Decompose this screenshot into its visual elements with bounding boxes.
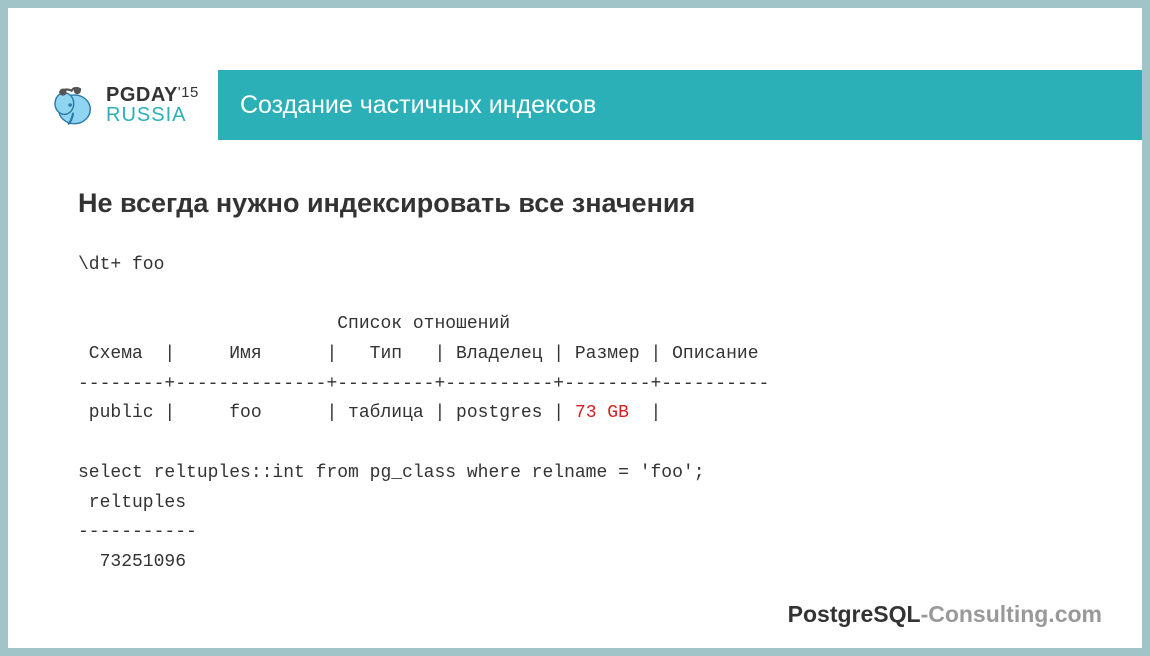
logo-year: '15 [178,84,199,101]
footer: PostgreSQL-Consulting.com [788,601,1102,628]
header-row: PGDAY'15 RUSSIA Создание частичных индек… [8,70,1142,140]
code-line: Схема | Имя | Тип | Владелец | Размер | … [78,344,759,364]
code-line: select reltuples::int from pg_class wher… [78,463,705,483]
code-highlight: 73 GB [575,403,629,423]
content: Не всегда нужно индексировать все значен… [8,140,1142,578]
code-line: ----------- [78,522,197,542]
code-line: | [629,403,661,423]
code-block: \dt+ foo Список отношений Схема | Имя | … [78,251,1072,578]
elephant-icon [50,82,96,128]
logo-brand: PGDAY [106,84,178,106]
code-line: 73251096 [78,552,186,572]
logo-block: PGDAY'15 RUSSIA [8,70,218,140]
code-line: --------+--------------+---------+------… [78,374,769,394]
code-line: Список отношений [78,314,510,334]
logo-line2: RUSSIA [106,105,199,125]
slide: PGDAY'15 RUSSIA Создание частичных индек… [8,8,1142,648]
code-line: \dt+ foo [78,255,164,275]
logo-line1: PGDAY'15 [106,85,199,105]
footer-domain: -Consulting.com [921,601,1102,627]
code-line: public | foo | таблица | postgres | [78,403,575,423]
content-heading: Не всегда нужно индексировать все значен… [78,188,1072,219]
logo-text: PGDAY'15 RUSSIA [106,85,199,125]
footer-brand: PostgreSQL [788,601,921,627]
code-line: reltuples [78,493,186,513]
slide-title: Создание частичных индексов [218,70,1142,140]
